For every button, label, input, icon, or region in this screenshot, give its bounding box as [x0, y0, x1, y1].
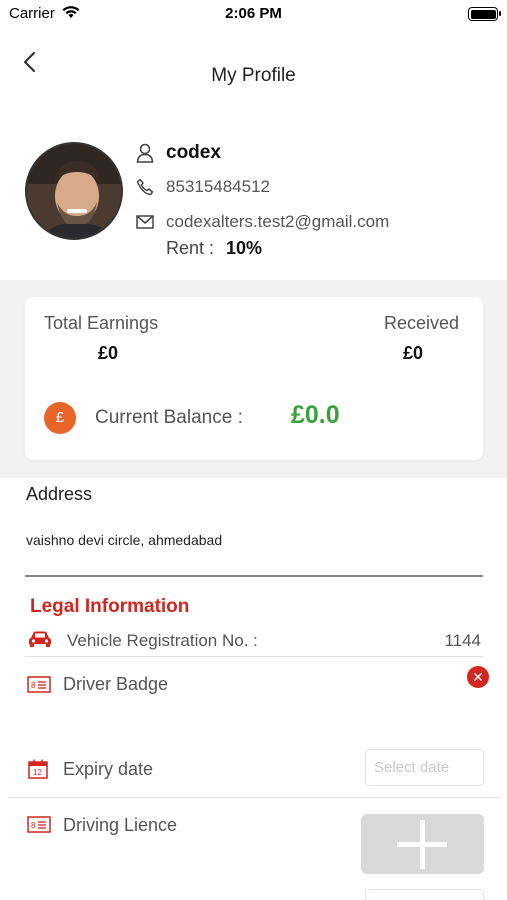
- nav-bar: My Profile: [0, 28, 507, 104]
- profile-header: codex 85315484512 codexalters.test2@gmai…: [0, 104, 507, 280]
- rent-value: 10%: [226, 238, 263, 258]
- expiry-date-field[interactable]: Select date: [365, 749, 484, 786]
- address-divider: [25, 575, 483, 577]
- vehicle-registration-value: 1144: [444, 631, 481, 650]
- driver-badge-label: Driver Badge: [63, 674, 169, 694]
- driving-licence-label: Driving Lience: [63, 815, 178, 835]
- remove-badge-button[interactable]: ✕: [467, 666, 489, 688]
- clock: 2:06 PM: [225, 5, 282, 22]
- received-value: £0: [403, 343, 424, 363]
- avatar: [25, 142, 123, 240]
- id-card-icon: 8: [27, 816, 51, 838]
- svg-text:12: 12: [33, 768, 42, 777]
- id-card-icon: 8: [27, 676, 51, 698]
- rent-label: Rent :: [166, 238, 215, 258]
- address-value: vaishno devi circle, ahmedabad: [26, 532, 223, 548]
- add-document-button[interactable]: [361, 814, 484, 874]
- car-icon: [28, 630, 52, 653]
- divider: [25, 656, 483, 657]
- profile-phone: 85315484512: [166, 177, 271, 196]
- profile-name: codex: [166, 142, 221, 163]
- status-bar: Carrier 2:06 PM: [0, 0, 507, 28]
- calendar-icon: 12: [27, 758, 49, 785]
- vehicle-registration-label: Vehicle Registration No. :: [67, 631, 258, 650]
- address-title: Address: [26, 484, 93, 504]
- earnings-card: Total Earnings £0 Received £0 £ Current …: [25, 297, 483, 460]
- licence-date-field[interactable]: [365, 889, 484, 900]
- battery-icon: [468, 7, 501, 21]
- details-section: Address vaishno devi circle, ahmedabad L…: [0, 478, 507, 900]
- user-icon: [135, 143, 155, 163]
- page-title: My Profile: [211, 65, 296, 86]
- current-balance-label: Current Balance :: [95, 407, 243, 428]
- pound-coin-icon: £: [44, 402, 76, 434]
- svg-text:8: 8: [31, 681, 36, 690]
- legal-info-title: Legal Information: [30, 596, 190, 617]
- divider: [8, 797, 500, 798]
- profile-email: codexalters.test2@gmail.com: [166, 212, 390, 231]
- rent-row: Rent : 10%: [166, 238, 262, 259]
- svg-text:8: 8: [31, 821, 36, 830]
- total-earnings-label: Total Earnings: [44, 313, 159, 333]
- received-label: Received: [383, 313, 459, 333]
- email-icon: [135, 212, 155, 232]
- phone-icon: [135, 177, 155, 197]
- total-earnings-value: £0: [98, 343, 119, 363]
- current-balance-value: £0.0: [291, 401, 340, 429]
- expiry-date-label: Expiry date: [63, 759, 154, 779]
